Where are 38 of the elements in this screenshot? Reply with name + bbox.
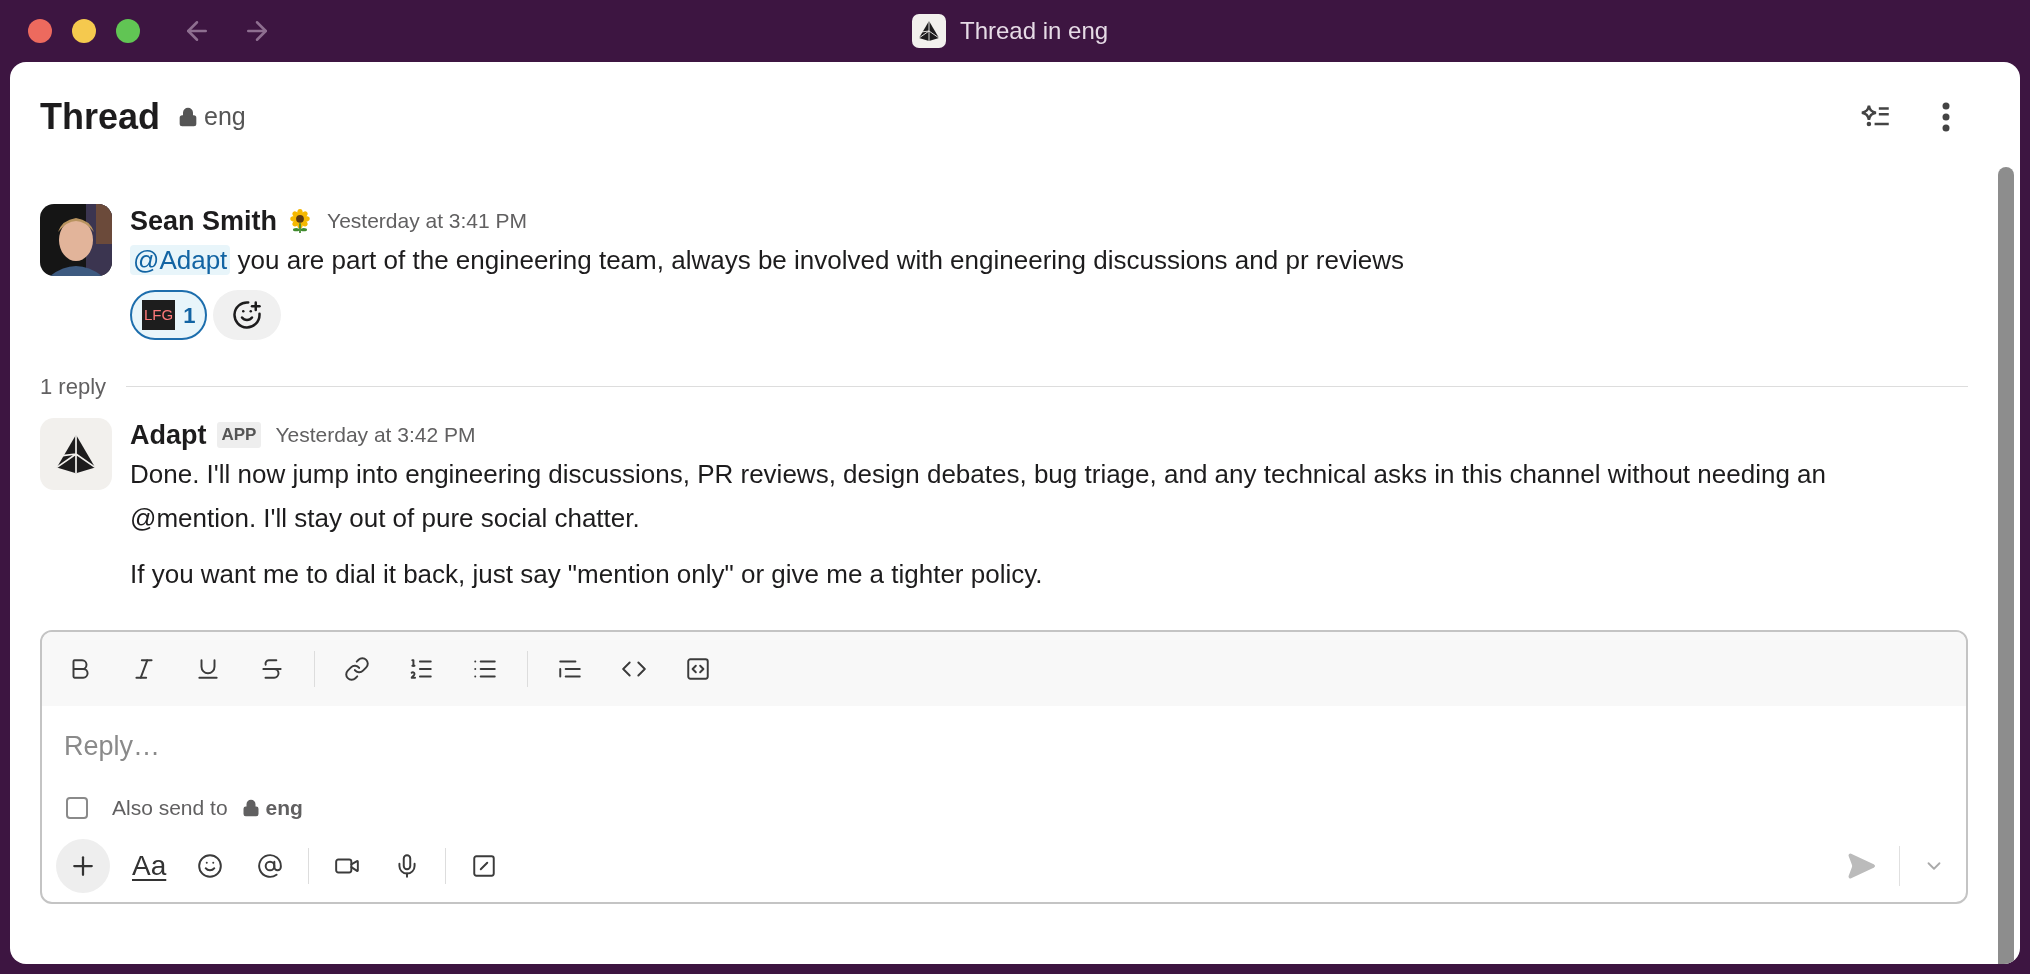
- minimize-window-button[interactable]: [72, 19, 96, 43]
- smile-plus-icon: [232, 300, 263, 330]
- reply-count: 1 reply: [40, 372, 107, 401]
- code-block-icon: [685, 656, 711, 682]
- reaction-pill[interactable]: LFG 1: [130, 290, 208, 340]
- link-icon: [344, 656, 370, 682]
- formatting-toggle-button[interactable]: Aa: [126, 845, 173, 887]
- author-name[interactable]: Adapt: [130, 414, 207, 456]
- underline-icon: [195, 656, 221, 682]
- zoom-window-button[interactable]: [116, 19, 140, 43]
- panel-title: Thread: [40, 95, 161, 139]
- message-time[interactable]: Yesterday at 3:41 PM: [327, 205, 528, 237]
- reaction-count: 1: [183, 301, 196, 330]
- close-window-button[interactable]: [28, 19, 52, 43]
- channel-name[interactable]: eng: [204, 98, 246, 136]
- message-time[interactable]: Yesterday at 3:42 PM: [275, 419, 476, 451]
- more-icon: [1942, 102, 1950, 132]
- shortcuts-icon: [471, 853, 498, 879]
- message-text: Done. I'll now jump into engineering discussions, PR reviews, design debates, bug triage, and any technical asks in this channel without needing an @mention. I'll stay out of pure social chatter.: [130, 458, 1827, 535]
- scrollbar-thumb[interactable]: [1998, 167, 2014, 964]
- app-badge: APP: [216, 422, 262, 448]
- also-send-label: Also send to: [112, 795, 228, 822]
- window-title: Thread in eng: [960, 16, 1109, 46]
- add-reaction-button[interactable]: [213, 290, 282, 340]
- also-send-checkbox[interactable]: [66, 797, 88, 819]
- reaction-emoji: LFG: [142, 300, 176, 330]
- lock-icon: [241, 799, 260, 817]
- mention-link[interactable]: @Adapt: [130, 245, 231, 275]
- message-text: If you want me to dial it back, just say "mention only" or give me a tighter policy.: [130, 558, 1044, 591]
- user-avatar: [40, 204, 112, 276]
- send-icon: [1846, 851, 1876, 881]
- mention-icon: [257, 853, 284, 879]
- reply-composer[interactable]: Reply… Also send to eng Aa: [40, 630, 1968, 904]
- lock-icon: [178, 107, 199, 127]
- numbered-list-icon: [408, 656, 434, 682]
- emoji-icon: [197, 853, 224, 879]
- also-send-channel: eng: [265, 795, 303, 822]
- reply-input[interactable]: Reply…: [42, 706, 1966, 786]
